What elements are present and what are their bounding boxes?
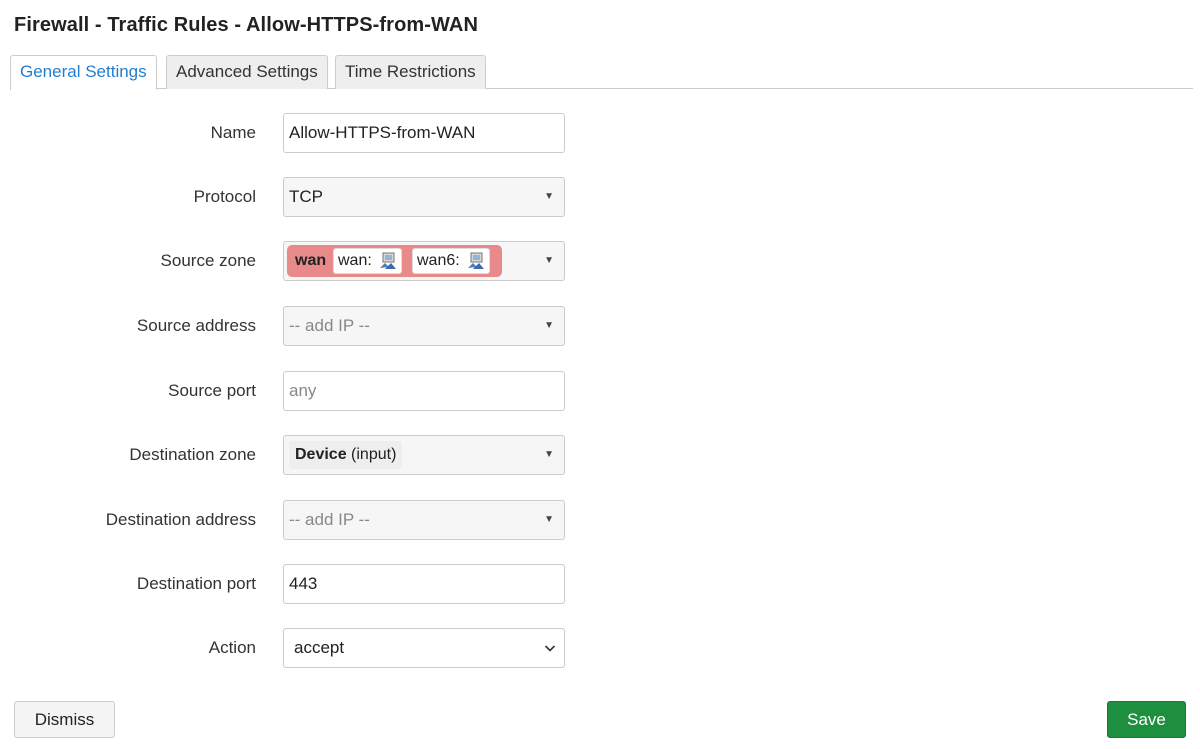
interface-chip-wan: wan: bbox=[333, 248, 403, 274]
dropdown-caret-icon: ▼ bbox=[544, 255, 554, 266]
page-title: Firewall - Traffic Rules - Allow-HTTPS-f… bbox=[14, 14, 478, 36]
save-button[interactable]: Save bbox=[1107, 701, 1186, 738]
zone-badge-device: Device (input) bbox=[289, 441, 403, 469]
name-value: Allow-HTTPS-from-WAN bbox=[289, 123, 476, 142]
dismiss-button[interactable]: Dismiss bbox=[14, 701, 115, 738]
name-input[interactable]: Allow-HTTPS-from-WAN bbox=[283, 113, 565, 153]
name-row: Name Allow-HTTPS-from-WAN bbox=[0, 113, 600, 153]
action-label: Action bbox=[208, 638, 256, 657]
zone-badge-wan: wan wan: wan6: bbox=[287, 245, 502, 277]
destination-address-row: Destination address -- add IP -- ▼ bbox=[0, 500, 600, 540]
source-port-row: Source port any bbox=[0, 371, 600, 411]
chevron-down-icon bbox=[544, 645, 556, 652]
zone-name: Device bbox=[295, 446, 347, 463]
source-zone-label: Source zone bbox=[160, 251, 256, 270]
source-zone-select[interactable]: wan wan: wan6: ▼ bbox=[283, 241, 565, 281]
source-port-label: Source port bbox=[168, 381, 256, 400]
tab-bar: General Settings Advanced Settings Time … bbox=[10, 55, 1193, 90]
action-value: accept bbox=[294, 638, 345, 657]
destination-port-row: Destination port 443 bbox=[0, 564, 600, 604]
destination-port-input[interactable]: 443 bbox=[283, 564, 565, 604]
action-select[interactable]: accept bbox=[283, 628, 565, 668]
protocol-label: Protocol bbox=[193, 187, 256, 206]
dropdown-caret-icon: ▼ bbox=[544, 320, 554, 331]
tab-time-restrictions[interactable]: Time Restrictions bbox=[335, 55, 486, 89]
source-port-input[interactable]: any bbox=[283, 371, 565, 411]
zone-name: wan bbox=[295, 252, 327, 269]
protocol-row: Protocol TCP ▼ bbox=[0, 177, 600, 217]
network-interface-icon bbox=[380, 252, 397, 269]
action-row: Action accept bbox=[0, 628, 600, 668]
source-port-placeholder: any bbox=[289, 381, 317, 400]
dropdown-caret-icon: ▼ bbox=[544, 449, 554, 460]
interface-chip-wan6: wan6: bbox=[412, 248, 491, 274]
protocol-value: TCP bbox=[289, 187, 323, 206]
source-address-row: Source address -- add IP -- ▼ bbox=[0, 306, 600, 346]
tab-general-settings[interactable]: General Settings bbox=[10, 55, 157, 90]
network-interface-icon bbox=[468, 252, 485, 269]
dropdown-caret-icon: ▼ bbox=[544, 191, 554, 202]
destination-zone-select[interactable]: Device (input) ▼ bbox=[283, 435, 565, 475]
name-label: Name bbox=[210, 123, 256, 142]
tab-advanced-settings[interactable]: Advanced Settings bbox=[166, 55, 328, 89]
destination-port-value: 443 bbox=[289, 574, 318, 593]
source-address-select[interactable]: -- add IP -- ▼ bbox=[283, 306, 565, 346]
destination-zone-row: Destination zone Device (input) ▼ bbox=[0, 435, 600, 475]
interface-name: wan: bbox=[338, 252, 372, 269]
destination-address-placeholder: -- add IP -- bbox=[289, 510, 370, 529]
zone-qualifier: (input) bbox=[351, 446, 397, 463]
destination-port-label: Destination port bbox=[136, 574, 256, 593]
source-address-placeholder: -- add IP -- bbox=[289, 316, 370, 335]
destination-address-label: Destination address bbox=[105, 510, 256, 529]
source-zone-row: Source zone wan wan: wan6: ▼ bbox=[0, 241, 600, 281]
destination-address-select[interactable]: -- add IP -- ▼ bbox=[283, 500, 565, 540]
destination-zone-label: Destination zone bbox=[129, 445, 256, 464]
protocol-select[interactable]: TCP ▼ bbox=[283, 177, 565, 217]
source-address-label: Source address bbox=[136, 316, 256, 335]
dropdown-caret-icon: ▼ bbox=[544, 514, 554, 525]
interface-name: wan6: bbox=[417, 252, 460, 269]
